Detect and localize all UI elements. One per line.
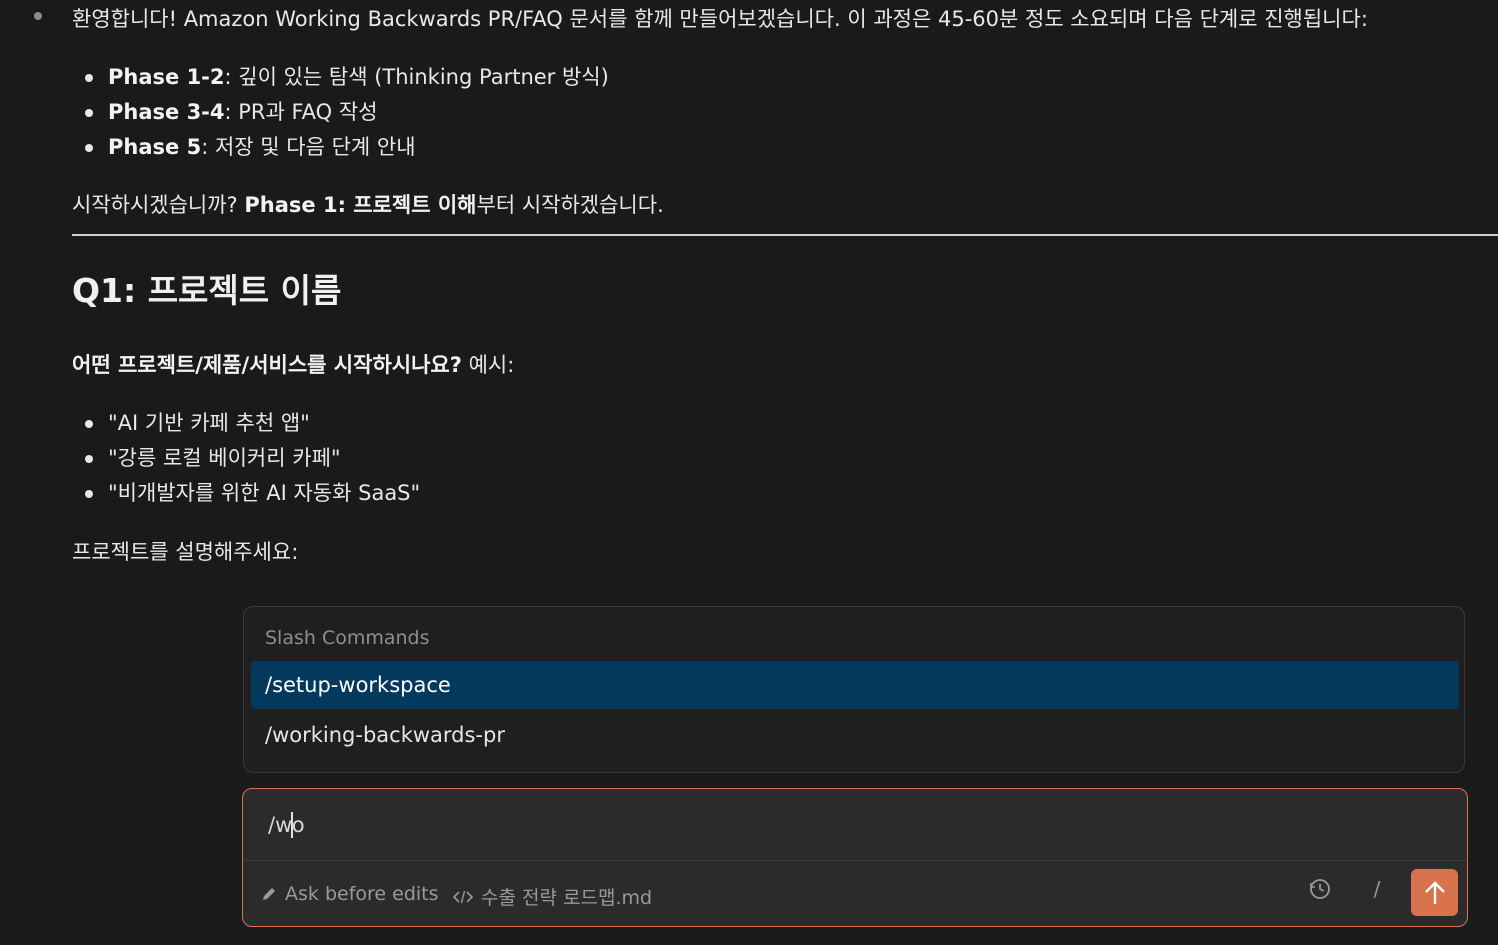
list-item: Phase 1-2: 깊이 있는 탐색 (Thinking Partner 방식…: [72, 60, 609, 95]
list-item: "비개발자를 위한 AI 자동화 SaaS": [72, 476, 420, 511]
list-item: "강릉 로컬 베이커리 카페": [72, 441, 420, 476]
example-list: "AI 기반 카페 추천 앱" "강릉 로컬 베이커리 카페" "비개발자를 위…: [72, 406, 420, 511]
list-item: Phase 3-4: PR과 FAQ 작성: [72, 95, 609, 130]
list-item: "AI 기반 카페 추천 앱": [72, 406, 420, 441]
edit-mode-label: Ask before edits: [285, 883, 439, 905]
request-text: 프로젝트를 설명해주세요:: [72, 540, 299, 564]
attached-file-button[interactable]: 수출 전략 로드맵.md: [453, 883, 652, 910]
command-working-backwards-pr[interactable]: /working-backwards-pr: [251, 711, 1459, 759]
list-item: Phase 5: 저장 및 다음 단계 안내: [72, 130, 609, 165]
edit-mode-button[interactable]: Ask before edits: [261, 883, 439, 905]
start-prompt: 시작하시겠습니까? Phase 1: 프로젝트 이해부터 시작하겠습니다.: [72, 193, 664, 217]
intro-text: 환영합니다! Amazon Working Backwards PR/FAQ 문…: [72, 7, 1368, 31]
pencil-icon: [263, 888, 275, 900]
question-text: 어떤 프로젝트/제품/서비스를 시작하시나요? 예시:: [72, 353, 515, 377]
message-input[interactable]: /wo: [268, 812, 305, 838]
send-button[interactable]: [1411, 869, 1458, 916]
menu-title: Slash Commands: [265, 627, 430, 649]
composer-divider: [243, 860, 1467, 861]
divider: [72, 234, 1498, 236]
history-icon: [1310, 879, 1330, 899]
command-setup-workspace[interactable]: /setup-workspace: [251, 661, 1459, 709]
message-bullet: [34, 12, 42, 20]
history-button[interactable]: [1302, 871, 1338, 907]
arrow-up-icon: [1424, 880, 1445, 904]
slash-commands-menu: Slash Commands /setup-workspace /working…: [243, 606, 1465, 773]
phase-list: Phase 1-2: 깊이 있는 탐색 (Thinking Partner 방식…: [72, 60, 609, 165]
attached-file-label: 수출 전략 로드맵.md: [481, 887, 653, 909]
question-heading: Q1: 프로젝트 이름: [72, 271, 342, 310]
code-icon: [453, 890, 473, 903]
message-composer: /wo Ask before edits 수출 전략 로드맵.md /: [242, 788, 1468, 927]
slash-command-button[interactable]: /: [1359, 871, 1395, 907]
